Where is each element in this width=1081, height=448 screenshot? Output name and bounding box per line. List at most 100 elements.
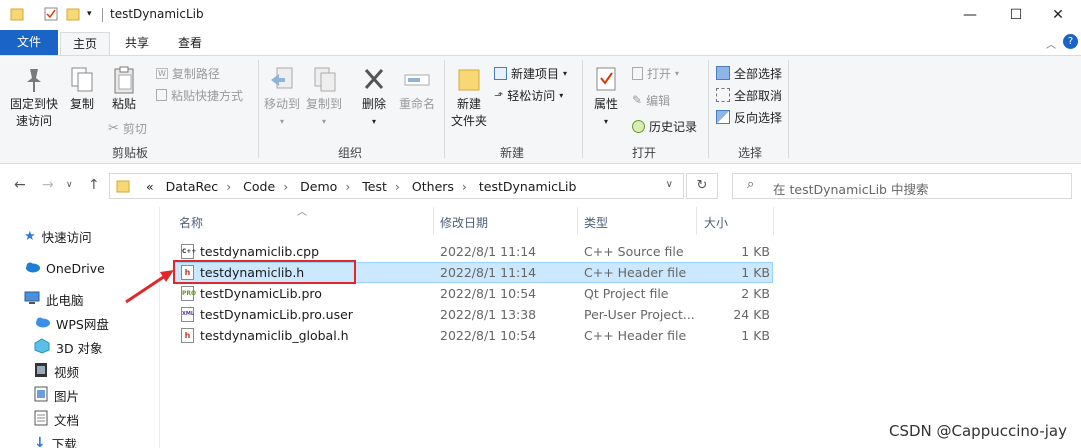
file-type: Per-User Project...: [584, 307, 695, 322]
column-separator[interactable]: [773, 207, 774, 235]
delete-button[interactable]: 删除 ▾: [356, 66, 392, 130]
refresh-icon: ↻: [696, 178, 708, 193]
select-none-icon: [716, 88, 730, 102]
wps-cloud-icon: [34, 316, 50, 331]
copy-path-label: 复制路径: [171, 66, 220, 81]
nav-item-quick-access[interactable]: ★ 快速访问: [24, 225, 92, 247]
file-type: C++ Header file: [584, 328, 687, 343]
cut-button[interactable]: ✂ 剪切: [108, 118, 147, 138]
rename-icon: [396, 66, 438, 96]
copy-to-label: 复制到: [305, 97, 342, 111]
move-to-button[interactable]: 移动到 ▾: [262, 66, 302, 130]
nav-item-3d-objects[interactable]: 3D 对象: [34, 336, 103, 358]
history-button[interactable]: 历史记录: [632, 116, 697, 136]
copy-to-dropdown-icon: ▾: [321, 117, 326, 126]
column-separator[interactable]: [696, 207, 697, 235]
breadcrumb-item[interactable]: DataRec: [166, 179, 219, 194]
select-all-icon: [716, 66, 730, 80]
column-header-type[interactable]: 类型: [584, 214, 608, 231]
select-all-button[interactable]: 全部选择: [716, 63, 782, 83]
nav-item-downloads[interactable]: ↓ 下载: [34, 432, 77, 448]
breadcrumb-item[interactable]: Test: [362, 179, 387, 194]
group-separator: [708, 60, 709, 158]
close-button[interactable]: ✕: [1035, 0, 1081, 30]
copy-button[interactable]: 复制: [66, 66, 98, 113]
file-type: C++ Header file: [584, 265, 687, 280]
breadcrumb-overflow[interactable]: «: [146, 179, 154, 194]
properties-button[interactable]: 属性 ▾: [588, 66, 624, 130]
nav-item-this-pc[interactable]: 此电脑: [24, 288, 84, 310]
group-separator: [582, 60, 583, 158]
title-separator: [102, 8, 103, 22]
search-input[interactable]: ⌕ 在 testDynamicLib 中搜索: [732, 173, 1072, 199]
edit-button[interactable]: ✎ 编辑: [632, 90, 670, 110]
nav-item-onedrive[interactable]: OneDrive: [24, 257, 105, 279]
pin-label-1: 固定到快: [9, 97, 58, 111]
new-folder-button[interactable]: 新建 文件夹: [448, 66, 490, 130]
file-size: 1 KB: [741, 244, 770, 259]
select-none-button[interactable]: 全部取消: [716, 85, 782, 105]
new-folder-quick-icon[interactable]: [66, 7, 80, 24]
breadcrumb-item[interactable]: Others: [412, 179, 454, 194]
copy-path-icon: W: [156, 67, 168, 79]
refresh-button[interactable]: ↻: [686, 173, 718, 199]
breadcrumb-item[interactable]: Demo: [300, 179, 337, 194]
breadcrumb-item[interactable]: testDynamicLib: [479, 179, 577, 194]
file-row[interactable]: C++ testdynamiclib.cpp 2022/8/1 11:14 C+…: [173, 241, 773, 262]
address-dropdown-icon[interactable]: ∨: [666, 179, 673, 190]
nav-item-pictures[interactable]: 图片: [34, 384, 79, 406]
paste-shortcut-button[interactable]: 粘贴快捷方式: [156, 85, 243, 105]
properties-label: 属性: [593, 97, 618, 111]
file-size: 24 KB: [733, 307, 770, 322]
column-header-date[interactable]: 修改日期: [440, 214, 488, 231]
paste-button[interactable]: 粘贴: [106, 66, 142, 113]
tab-share[interactable]: 共享: [117, 32, 157, 56]
copy-to-button[interactable]: 复制到 ▾: [304, 66, 344, 130]
open-dropdown-icon: ▾: [675, 68, 680, 78]
pin-quick-access-button[interactable]: 固定到快 速访问: [6, 66, 62, 130]
quick-access-dropdown-icon[interactable]: ▾: [87, 9, 92, 19]
file-name: testDynamicLib.pro: [200, 286, 322, 301]
column-separator[interactable]: [433, 207, 434, 235]
nav-label: 下载: [51, 436, 77, 448]
up-icon[interactable]: ↑: [88, 177, 100, 193]
column-header-size[interactable]: 大小: [704, 214, 728, 231]
tab-file[interactable]: 文件: [0, 30, 58, 56]
maximize-button[interactable]: ☐: [993, 0, 1039, 30]
column-header-name[interactable]: 名称: [179, 214, 203, 231]
file-type: C++ Source file: [584, 244, 684, 259]
nav-item-documents[interactable]: 文档: [34, 408, 79, 430]
copy-to-icon: [304, 66, 344, 96]
rename-button[interactable]: 重命名: [396, 66, 438, 113]
recent-dropdown-icon[interactable]: ∨: [66, 180, 73, 190]
copy-path-button[interactable]: W 复制路径: [156, 63, 220, 83]
nav-label: 快速访问: [41, 229, 92, 245]
group-separator: [258, 60, 259, 158]
help-icon[interactable]: ?: [1063, 34, 1078, 49]
ribbon-collapse-icon[interactable]: ︿: [1046, 36, 1056, 51]
back-icon[interactable]: ←: [14, 177, 26, 193]
properties-quick-icon[interactable]: [44, 7, 58, 24]
file-row[interactable]: h testdynamiclib_global.h 2022/8/1 10:54…: [173, 325, 773, 346]
breadcrumb-item[interactable]: Code: [243, 179, 275, 194]
watermark: CSDN @Cappuccino-jay: [888, 422, 1067, 440]
tab-home[interactable]: 主页: [60, 32, 110, 56]
nav-item-wps-cloud[interactable]: WPS网盘: [34, 312, 109, 334]
new-item-button[interactable]: 新建项目 ▾: [494, 63, 567, 83]
minimize-button[interactable]: —: [947, 0, 993, 30]
delete-label: 删除: [361, 97, 386, 111]
nav-label: WPS网盘: [56, 316, 109, 332]
file-row[interactable]: PRO testDynamicLib.pro 2022/8/1 10:54 Qt…: [173, 283, 773, 304]
file-row[interactable]: XML testDynamicLib.pro.user 2022/8/1 13:…: [173, 304, 773, 325]
tab-view[interactable]: 查看: [170, 32, 210, 56]
nav-item-videos[interactable]: 视频: [34, 360, 79, 382]
address-bar[interactable]: « DataRec › Code › Demo › Test › Others › tes…: [109, 173, 684, 199]
open-button[interactable]: 打开 ▾: [632, 63, 679, 83]
column-separator[interactable]: [577, 207, 578, 235]
new-item-label: 新建项目: [511, 66, 560, 81]
easy-access-button[interactable]: ⬏ 轻松访问 ▾: [494, 85, 563, 105]
forward-icon[interactable]: →: [42, 177, 54, 193]
invert-selection-button[interactable]: 反向选择: [716, 107, 782, 127]
nav-label: 图片: [54, 388, 80, 404]
video-icon: [34, 362, 48, 381]
